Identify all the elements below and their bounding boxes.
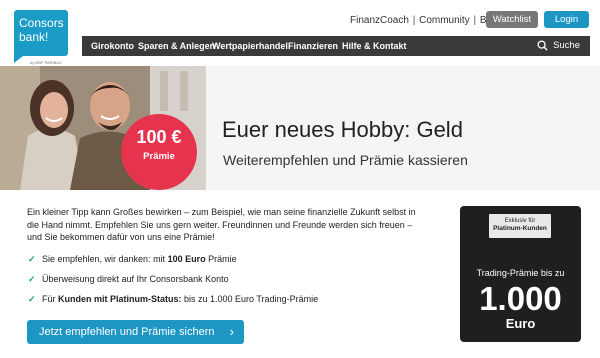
check-icon: ✓ [28,254,36,264]
tag-line-2: Platinum-Kunden [493,225,547,232]
link-community[interactable]: Community [419,15,470,26]
intro-line: und Sie bekommen dafür von uns eine Präm… [27,232,215,242]
card-currency: Euro [505,316,536,331]
card-amount: 1.000 [479,280,562,317]
benefit-text: Für [42,294,59,304]
link-separator: | [412,15,416,26]
card-label: Trading-Prämie bis zu [476,268,565,278]
nav-item-girokonto[interactable]: Girokonto [91,36,134,56]
logo-line-1: Consors [19,16,64,30]
platinum-tag: Exklusiv für Platinum-Kunden [489,214,551,238]
benefit-text: bis zu 1.000 Euro Trading-Prämie [181,294,319,304]
intro-line: Ein kleiner Tipp kann Großes bewirken – … [27,207,416,217]
nav-item-finanzieren[interactable]: Finanzieren [288,36,338,56]
benefit-highlight: Kunden mit Platinum-Status: [58,294,182,304]
benefit-text: Sie empfehlen, wir danken: mit [42,254,168,264]
main-navigation: Girokonto Sparen & Anlegen Wertpapierhan… [82,36,590,56]
top-links: FinanzCoach | Community | Blog [350,15,500,26]
hero-subtitle: Weiterempfehlen und Prämie kassieren [223,152,468,168]
benefit-highlight: 100 Euro [167,254,206,264]
consorsbank-logo[interactable]: Consors bank! [14,10,68,63]
check-icon: ✓ [28,294,36,304]
benefit-text: Prämie [205,254,237,264]
cta-label: Jetzt empfehlen und Prämie sichern [39,326,215,338]
check-icon: ✓ [28,274,36,284]
link-separator: | [473,15,477,26]
benefit-item: ✓ Für Kunden mit Platinum-Status: bis zu … [28,294,318,305]
premium-badge: 100 € Prämie [121,114,197,190]
benefit-item: ✓ Sie empfehlen, wir danken: mit 100 Euro… [28,254,237,265]
login-button[interactable]: Login [544,11,589,28]
hero-title: Euer neues Hobby: Geld [222,117,463,142]
benefit-item: ✓ Überweisung direkt auf Ihr Consorsbank … [28,274,229,285]
recommend-cta-button[interactable]: Jetzt empfehlen und Prämie sichern › [27,320,244,344]
intro-line: die Hand nimmt. Empfehlen Sie uns gern w… [27,219,413,230]
watchlist-button[interactable]: Watchlist [486,11,538,28]
nav-item-sparen-anlegen[interactable]: Sparen & Anlegen [138,36,215,56]
premium-badge-amount: 100 € [136,127,182,147]
chevron-right-icon: › [229,324,234,339]
search-icon [537,40,548,51]
tag-line-1: Exklusiv für [504,218,536,224]
platinum-promo-card: Exklusiv für Platinum-Kunden Trading-Prä… [460,206,581,342]
search-label: Suche [553,40,580,51]
logo-line-2: bank! [19,30,49,44]
intro-text: Ein kleiner Tipp kann Großes bewirken – … [27,206,447,244]
site-header: Consors bank! by BNP PARIBAS FinanzCoach… [0,0,600,66]
search-button[interactable]: Suche [537,36,580,56]
nav-item-hilfe-kontakt[interactable]: Hilfe & Kontakt [342,36,407,56]
link-finanzcoach[interactable]: FinanzCoach [350,15,409,26]
nav-item-wertpapierhandel[interactable]: Wertpapierhandel [212,36,288,56]
hero-banner: Euer neues Hobby: Geld Weiterempfehlen u… [0,66,600,190]
premium-badge-label: Prämie [143,151,175,162]
logo-subline: by BNP PARIBAS [30,60,62,65]
benefit-text: Überweisung direkt auf Ihr Consorsbank K… [42,274,229,284]
